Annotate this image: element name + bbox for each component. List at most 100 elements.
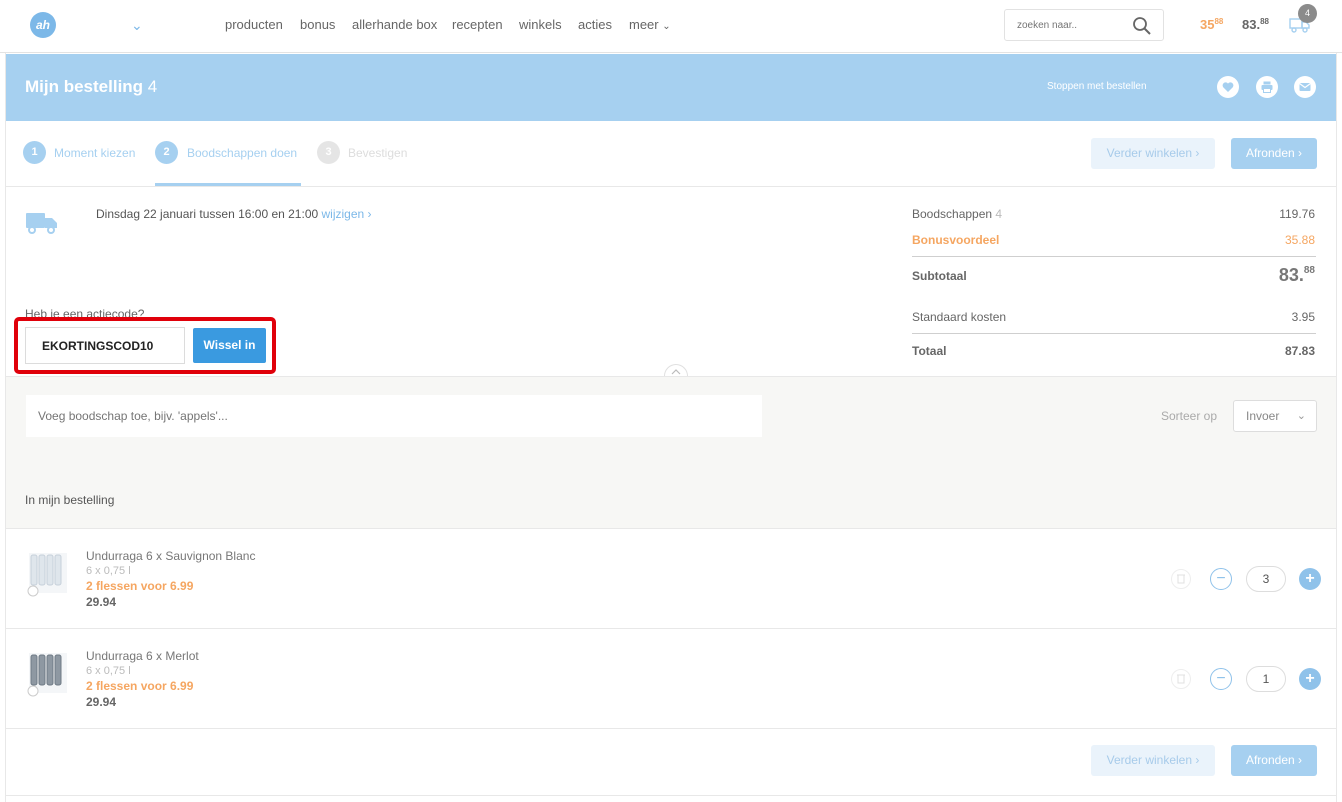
product-price: 29.94 <box>86 595 117 609</box>
search-box <box>1004 9 1164 41</box>
increase-quantity-button[interactable]: + <box>1299 568 1321 590</box>
nav-link-acties[interactable]: acties <box>578 17 612 32</box>
step-2-number: 2 <box>155 141 178 164</box>
order-header: Mijn bestelling 4 Stoppen met bestellen <box>6 54 1336 121</box>
heart-icon <box>1222 82 1234 92</box>
groceries-count: 4 <box>995 207 1003 221</box>
product-size: 6 x 0,75 l <box>86 565 131 577</box>
nav-link-meer-label: meer <box>629 17 659 32</box>
continue-shopping-button[interactable]: Verder winkelen › <box>1091 138 1215 169</box>
quantity-input[interactable] <box>1246 566 1286 592</box>
list-item: Undurraga 6 x Sauvignon Blanc 6 x 0,75 l… <box>6 529 1336 629</box>
trash-icon <box>1177 674 1185 684</box>
subtotal-main: 83. <box>1278 265 1304 285</box>
chevron-right-icon: › <box>1195 146 1200 160</box>
product-price: 29.94 <box>86 695 117 709</box>
product-promo: 2 flessen voor 6.99 <box>86 679 194 693</box>
bonus-value: 35.88 <box>1284 233 1315 247</box>
print-icon <box>1261 81 1273 93</box>
order-footer: Verder winkelen › Afronden › <box>6 729 1336 796</box>
nav-link-allerhande-box[interactable]: allerhande box <box>352 17 437 32</box>
delivery-time-text: Dinsdag 22 januari tussen 16:00 en 21:00 <box>96 207 319 221</box>
mail-button[interactable] <box>1294 76 1316 98</box>
change-delivery-link[interactable]: wijzigen › <box>322 207 372 221</box>
remove-item-button[interactable] <box>1171 669 1191 689</box>
continue-shopping-label: Verder winkelen <box>1106 146 1193 160</box>
favorites-button[interactable] <box>1217 76 1239 98</box>
highlight-box <box>14 317 276 374</box>
groceries-label: Boodschappen 4 <box>912 207 1002 221</box>
wine-pack-image[interactable] <box>25 549 71 597</box>
decrease-quantity-button[interactable]: − <box>1210 668 1232 690</box>
standard-costs-value: 3.95 <box>1291 310 1315 324</box>
total-label: Totaal <box>912 344 947 358</box>
bonus-label: Bonusvoordeel <box>912 233 1000 247</box>
groceries-label-text: Boodschappen <box>912 207 993 221</box>
subtotal-cents: 88 <box>1303 265 1315 276</box>
cart-total[interactable]: 83.88 <box>1242 17 1269 32</box>
standard-costs-label: Standaard kosten <box>912 310 1007 324</box>
finish-button[interactable]: Afronden › <box>1231 138 1317 169</box>
bonus-total-cents: 88 <box>1214 17 1224 26</box>
order-list-toolbar: Sorteer op Invoer ⌄ In mijn bestelling <box>6 376 1336 529</box>
step-moment-kiezen[interactable]: Moment kiezen <box>54 146 135 160</box>
page-title-text: Mijn bestelling <box>25 77 144 96</box>
search-input[interactable] <box>1005 10 1125 40</box>
divider <box>912 333 1316 334</box>
finish-button[interactable]: Afronden › <box>1231 745 1317 776</box>
chevron-right-icon: › <box>1298 753 1303 767</box>
checkout-steps: 1 Moment kiezen 2 Boodschappen doen 3 Be… <box>6 121 1336 187</box>
continue-shopping-button[interactable]: Verder winkelen › <box>1091 745 1215 776</box>
product-promo: 2 flessen voor 6.99 <box>86 579 194 593</box>
sort-value: Invoer <box>1246 409 1280 423</box>
trash-icon <box>1177 574 1185 584</box>
order-count: 4 <box>147 77 158 96</box>
nav-link-producten[interactable]: producten <box>225 17 283 32</box>
top-navigation: ah ⌄ producten bonus allerhande box rece… <box>0 0 1342 53</box>
page-title: Mijn bestelling 4 <box>25 77 157 97</box>
nav-link-winkels[interactable]: winkels <box>519 17 562 32</box>
cart-total-main: 83. <box>1242 17 1261 32</box>
product-name[interactable]: Undurraga 6 x Merlot <box>86 649 199 663</box>
total-value: 87.83 <box>1284 344 1315 358</box>
nav-link-bonus[interactable]: bonus <box>300 17 335 32</box>
increase-quantity-button[interactable]: + <box>1299 668 1321 690</box>
step-3-number: 3 <box>317 141 340 164</box>
sort-select[interactable]: Invoer ⌄ <box>1233 400 1317 432</box>
nav-link-meer[interactable]: meer ⌄ <box>629 17 671 32</box>
finish-label: Afronden <box>1245 146 1295 160</box>
nav-link-recepten[interactable]: recepten <box>452 17 503 32</box>
product-size: 6 x 0,75 l <box>86 665 131 677</box>
chevron-right-icon: › <box>1195 753 1200 767</box>
chevron-down-icon: ⌄ <box>1296 410 1306 422</box>
chevron-right-icon: › <box>1298 146 1303 160</box>
remove-item-button[interactable] <box>1171 569 1191 589</box>
print-button[interactable] <box>1256 76 1278 98</box>
bonus-total-main: 35 <box>1200 17 1215 32</box>
quantity-input[interactable] <box>1246 666 1286 692</box>
finish-label: Afronden <box>1245 753 1295 767</box>
add-grocery-input[interactable] <box>26 395 762 437</box>
cart-count-badge: 4 <box>1298 4 1317 23</box>
change-delivery-label: wijzigen <box>321 207 365 221</box>
groceries-value: 119.76 <box>1279 207 1315 221</box>
decrease-quantity-button[interactable]: − <box>1210 568 1232 590</box>
step-bevestigen: Bevestigen <box>348 146 408 160</box>
divider <box>912 256 1316 257</box>
subtotal-value: 83.88 <box>1279 265 1315 286</box>
bonus-total[interactable]: 3588 <box>1200 17 1223 32</box>
stop-ordering-link[interactable]: Stoppen met bestellen <box>1047 81 1147 92</box>
cart-total-cents: 88 <box>1260 17 1269 26</box>
step-boodschappen-doen[interactable]: Boodschappen doen <box>187 146 297 160</box>
step-1-number: 1 <box>23 141 46 164</box>
ah-logo[interactable]: ah <box>30 12 56 38</box>
chevron-down-icon: ⌄ <box>662 21 671 32</box>
chevron-down-icon[interactable]: ⌄ <box>131 17 143 34</box>
truck-icon <box>26 213 57 234</box>
product-name[interactable]: Undurraga 6 x Sauvignon Blanc <box>86 549 255 563</box>
subtotal-label: Subtotaal <box>912 269 967 283</box>
active-step-indicator <box>155 183 301 186</box>
delivery-moment: Dinsdag 22 januari tussen 16:00 en 21:00… <box>96 207 372 221</box>
search-icon[interactable] <box>1132 16 1152 36</box>
wine-pack-image[interactable] <box>25 649 71 697</box>
